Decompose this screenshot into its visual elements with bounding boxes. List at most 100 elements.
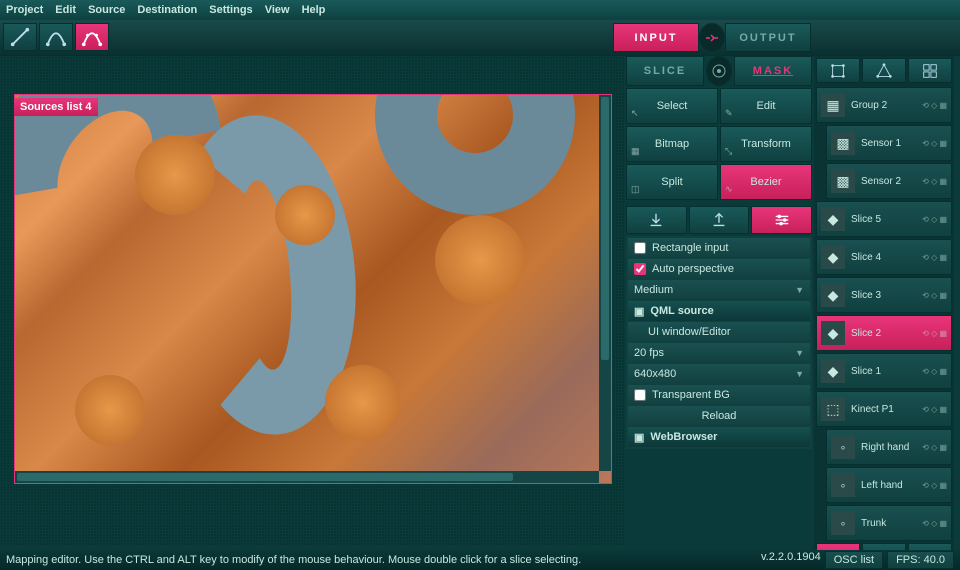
slice-icon: ◆ xyxy=(821,245,845,269)
fps-label: FPS: 40.0 xyxy=(887,551,954,569)
grid-icon: ▩ xyxy=(831,169,855,193)
tree-item-slice-3[interactable]: ◆ Slice 3 ⟲ ◇ ▦ xyxy=(816,277,952,313)
menu-destination[interactable]: Destination xyxy=(137,4,197,16)
scrollbar-horizontal[interactable] xyxy=(15,471,599,483)
auto-perspective-checkbox[interactable] xyxy=(634,263,646,275)
slice-icon: ◆ xyxy=(821,321,845,345)
prop-quality-dropdown[interactable]: Medium▼ xyxy=(628,280,810,300)
tool-select[interactable]: ↖Select xyxy=(626,88,718,124)
scene-tool-grid[interactable] xyxy=(908,58,952,83)
scene-tool-rect[interactable] xyxy=(816,58,860,83)
menu-settings[interactable]: Settings xyxy=(209,4,252,16)
tree-item-label: Slice 3 xyxy=(851,290,916,301)
node-icon: ◦ xyxy=(831,473,855,497)
slice-mask-connector-icon xyxy=(706,56,732,86)
slice-button[interactable]: SLICE xyxy=(626,56,704,86)
tree-item-label: Slice 4 xyxy=(851,252,916,263)
tool-transform[interactable]: ⤡Transform xyxy=(720,126,812,162)
tree-item-controls[interactable]: ⟲ ◇ ▦ xyxy=(922,177,947,186)
prop-qml-header[interactable]: ▣QML source xyxy=(628,301,810,321)
prop-webbrowser-header[interactable]: ▣WebBrowser xyxy=(628,427,810,447)
tree-item-group-2[interactable]: ▦Group 2⟲ ◇ ▦ xyxy=(816,87,952,123)
tree-item-controls[interactable]: ⟲ ◇ ▦ xyxy=(922,367,947,376)
tree-item-label: Sensor 2 xyxy=(861,176,916,187)
folder-icon: ▦ xyxy=(821,93,845,117)
prop-fps-dropdown[interactable]: 20 fps▼ xyxy=(628,343,810,363)
collapse-icon: ▣ xyxy=(634,305,644,318)
canvas-frame[interactable] xyxy=(14,94,612,484)
menu-project[interactable]: Project xyxy=(6,4,43,16)
properties-panel: Rectangle input Auto perspective Medium▼… xyxy=(626,236,812,449)
prop-rectangle-input[interactable]: Rectangle input xyxy=(628,238,810,258)
tool-curve[interactable] xyxy=(39,23,73,51)
tree-item-sensor-2[interactable]: ▩ Sensor 2 ⟲ ◇ ▦ xyxy=(826,163,952,199)
tree-item-controls[interactable]: ⟲ ◇ ▦ xyxy=(922,481,947,490)
mask-button[interactable]: MASK xyxy=(734,56,812,86)
tree-item-controls[interactable]: ⟲ ◇ ▦ xyxy=(922,291,947,300)
tool-split[interactable]: ◫Split xyxy=(626,164,718,200)
menu-edit[interactable]: Edit xyxy=(55,4,76,16)
prop-transparent-bg[interactable]: Transparent BG xyxy=(628,385,810,405)
prop-auto-perspective[interactable]: Auto perspective xyxy=(628,259,810,279)
reload-button[interactable]: Reload xyxy=(628,406,810,426)
menubar: Project Edit Source Destination Settings… xyxy=(0,0,960,20)
tree-item-slice-4[interactable]: ◆ Slice 4 ⟲ ◇ ▦ xyxy=(816,239,952,275)
output-button[interactable]: OUTPUT xyxy=(725,23,811,52)
tree-item-label: Slice 2 xyxy=(851,328,916,339)
osc-list-button[interactable]: OSC list xyxy=(825,551,883,569)
menu-help[interactable]: Help xyxy=(302,4,326,16)
tree-item-controls[interactable]: ⟲ ◇ ▦ xyxy=(922,329,947,338)
tab-settings[interactable] xyxy=(751,206,812,234)
tree-item-sensor-1[interactable]: ▩Sensor 1⟲ ◇ ▦ xyxy=(826,125,952,161)
menu-source[interactable]: Source xyxy=(88,4,125,16)
tab-export[interactable] xyxy=(689,206,750,234)
prop-resolution-dropdown[interactable]: 640x480▼ xyxy=(628,364,810,384)
canvas-area[interactable]: Sources list 4 xyxy=(0,56,624,546)
tree-item-left-hand[interactable]: ◦ Left hand ⟲ ◇ ▦ xyxy=(826,467,952,503)
tree-item-slice-1[interactable]: ◆ Slice 1 ⟲ ◇ ▦ xyxy=(816,353,952,389)
scrollbar-vertical[interactable] xyxy=(599,95,611,471)
slice-icon: ◆ xyxy=(821,283,845,307)
tool-bezier-panel[interactable]: ∿Bezier xyxy=(720,164,812,200)
tree-item-slice-2[interactable]: ◆ Slice 2 ⟲ ◇ ▦ xyxy=(816,315,952,351)
rectangle-input-checkbox[interactable] xyxy=(634,242,646,254)
image-icon: ▦ xyxy=(631,146,640,157)
grid-icon: ▩ xyxy=(831,131,855,155)
tool-bezier[interactable] xyxy=(75,23,109,51)
bezier-icon: ∿ xyxy=(725,184,733,195)
input-button[interactable]: INPUT xyxy=(613,23,699,52)
tree-item-controls[interactable]: ⟲ ◇ ▦ xyxy=(922,139,947,148)
tab-import[interactable] xyxy=(626,206,687,234)
right-panel: SLICE MASK ↖Select ✎Edit ▦Bitmap ⤡Transf… xyxy=(624,56,814,570)
menu-view[interactable]: View xyxy=(265,4,290,16)
tree-item-label: Kinect P1 xyxy=(851,404,916,415)
tree-item-controls[interactable]: ⟲ ◇ ▦ xyxy=(922,443,947,452)
tree-item-label: Left hand xyxy=(861,480,916,491)
transparent-bg-checkbox[interactable] xyxy=(634,389,646,401)
tree-item-controls[interactable]: ⟲ ◇ ▦ xyxy=(922,253,947,262)
statusbar: Mapping editor. Use the CTRL and ALT key… xyxy=(0,550,960,570)
tree-item-right-hand[interactable]: ◦ Right hand ⟲ ◇ ▦ xyxy=(826,429,952,465)
tool-edit[interactable]: ✎Edit xyxy=(720,88,812,124)
tree-item-kinect-p1[interactable]: ⬚Kinect P1⟲ ◇ ▦ xyxy=(816,391,952,427)
tree-item-controls[interactable]: ⟲ ◇ ▦ xyxy=(922,215,947,224)
io-connector-icon xyxy=(699,23,725,52)
chevron-down-icon: ▼ xyxy=(795,348,804,358)
tree-item-trunk[interactable]: ◦Trunk⟲ ◇ ▦ xyxy=(826,505,952,541)
tree-item-controls[interactable]: ⟲ ◇ ▦ xyxy=(922,405,947,414)
node-icon: ◦ xyxy=(831,435,855,459)
source-image xyxy=(15,95,611,483)
tree-item-slice-5[interactable]: ◆Slice 5⟲ ◇ ▦ xyxy=(816,201,952,237)
tree-item-label: Slice 1 xyxy=(851,366,916,377)
tool-line[interactable] xyxy=(3,23,37,51)
node-icon: ◦ xyxy=(831,511,855,535)
tool-bitmap[interactable]: ▦Bitmap xyxy=(626,126,718,162)
tree-item-controls[interactable]: ⟲ ◇ ▦ xyxy=(922,101,947,110)
transform-icon: ⤡ xyxy=(725,146,732,157)
prop-ui-window[interactable]: UI window/Editor xyxy=(628,322,810,342)
scene-tool-triangle[interactable] xyxy=(862,58,906,83)
slice-icon: ◆ xyxy=(821,359,845,383)
tree-item-label: Right hand xyxy=(861,442,916,453)
tree-item-controls[interactable]: ⟲ ◇ ▦ xyxy=(922,519,947,528)
scene-tree: ▦Group 2⟲ ◇ ▦▩Sensor 1⟲ ◇ ▦▩Sensor 2⟲ ◇ … xyxy=(814,56,954,570)
